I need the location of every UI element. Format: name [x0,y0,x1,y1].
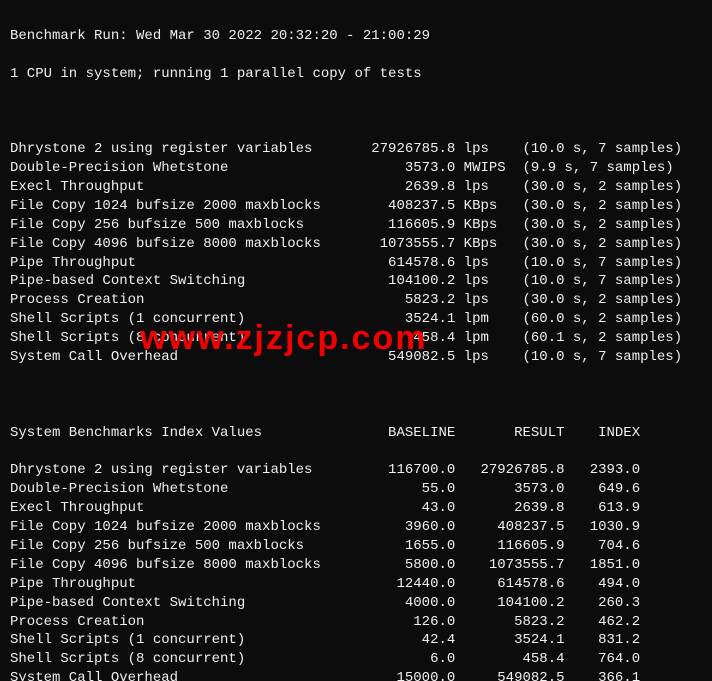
index-row: Pipe-based Context Switching 4000.0 1041… [10,594,702,613]
test-result-line: Pipe Throughput 614578.6 lps (10.0 s, 7 … [10,254,702,273]
tests-block: Dhrystone 2 using register variables 279… [10,140,702,367]
index-row: File Copy 256 bufsize 500 maxblocks 1655… [10,537,702,556]
index-row: File Copy 4096 bufsize 8000 maxblocks 58… [10,556,702,575]
test-result-line: File Copy 256 bufsize 500 maxblocks 1166… [10,216,702,235]
test-result-line: Double-Precision Whetstone 3573.0 MWIPS … [10,159,702,178]
test-result-line: System Call Overhead 549082.5 lps (10.0 … [10,348,702,367]
test-result-line: File Copy 1024 bufsize 2000 maxblocks 40… [10,197,702,216]
benchmark-run-header: Benchmark Run: Wed Mar 30 2022 20:32:20 … [10,27,702,46]
index-row: Execl Throughput 43.0 2639.8 613.9 [10,499,702,518]
cpu-info-line: 1 CPU in system; running 1 parallel copy… [10,65,702,84]
blank-line [10,386,702,405]
index-row: Dhrystone 2 using register variables 116… [10,461,702,480]
terminal-output: Benchmark Run: Wed Mar 30 2022 20:32:20 … [0,0,712,681]
test-result-line: Dhrystone 2 using register variables 279… [10,140,702,159]
index-row: Shell Scripts (8 concurrent) 6.0 458.4 7… [10,650,702,669]
index-row: Double-Precision Whetstone 55.0 3573.0 6… [10,480,702,499]
test-result-line: Shell Scripts (8 concurrent) 458.4 lpm (… [10,329,702,348]
index-row: Process Creation 126.0 5823.2 462.2 [10,613,702,632]
index-row: System Call Overhead 15000.0 549082.5 36… [10,669,702,681]
test-result-line: Pipe-based Context Switching 104100.2 lp… [10,272,702,291]
blank-line [10,102,702,121]
index-row: File Copy 1024 bufsize 2000 maxblocks 39… [10,518,702,537]
index-row: Pipe Throughput 12440.0 614578.6 494.0 [10,575,702,594]
test-result-line: File Copy 4096 bufsize 8000 maxblocks 10… [10,235,702,254]
index-rows-block: Dhrystone 2 using register variables 116… [10,461,702,681]
test-result-line: Shell Scripts (1 concurrent) 3524.1 lpm … [10,310,702,329]
test-result-line: Process Creation 5823.2 lps (30.0 s, 2 s… [10,291,702,310]
index-header-row: System Benchmarks Index Values BASELINE … [10,424,702,443]
index-row: Shell Scripts (1 concurrent) 42.4 3524.1… [10,631,702,650]
test-result-line: Execl Throughput 2639.8 lps (30.0 s, 2 s… [10,178,702,197]
